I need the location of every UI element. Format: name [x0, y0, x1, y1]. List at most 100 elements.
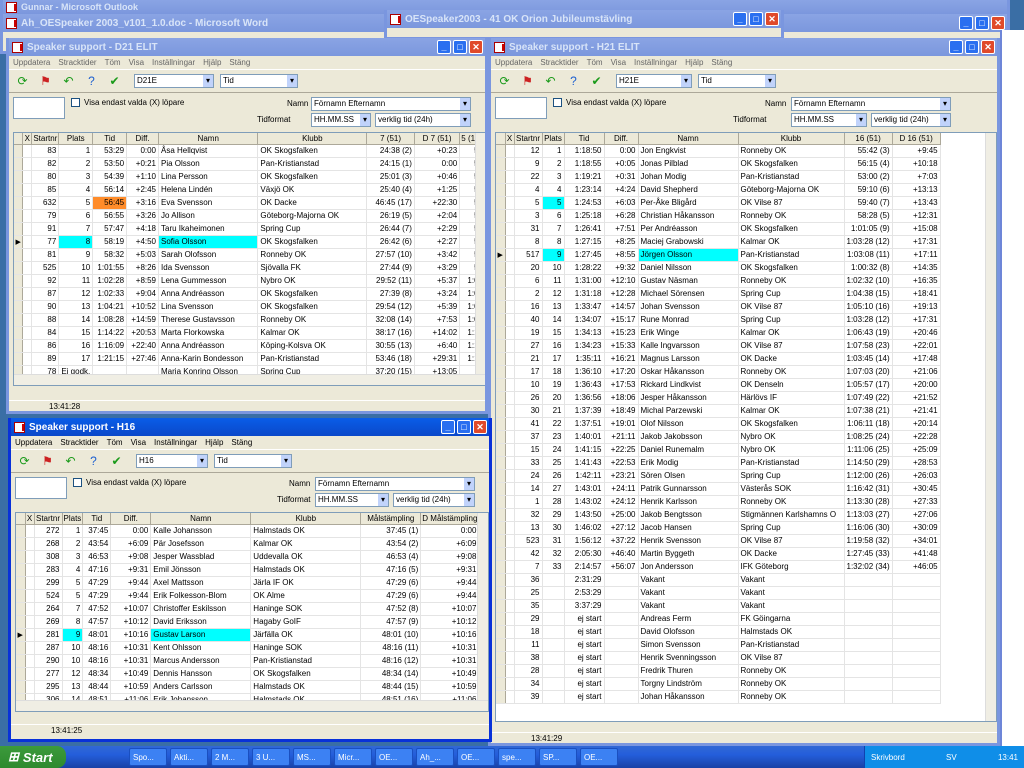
time-select[interactable]: Tid	[698, 74, 776, 88]
minimize-icon[interactable]: _	[437, 40, 451, 54]
column-header[interactable]: Tid	[92, 133, 128, 145]
vertical-scrollbar[interactable]	[985, 133, 996, 721]
column-header[interactable]: D 16 (51)	[892, 133, 941, 145]
table-row[interactable]: 10 19 1:36:43 +17:53 Rickard Lindkvist OK Den…	[496, 378, 941, 392]
menu-item[interactable]: Stracktider	[540, 58, 578, 67]
table-row[interactable]: 33 25 1:41:43 +22:53 Erik Modig Pan-Kristians…	[496, 456, 941, 470]
column-header[interactable]: Klubb	[257, 133, 368, 145]
table-row[interactable]: ▶ 77 8 58:19 +4:50 Sofia Olsson OK Skogsfalken…	[14, 235, 485, 249]
table-row[interactable]: 3 6 1:25:18 +6:28 Christian Håkansson Ronneby…	[496, 209, 941, 223]
table-row[interactable]: 277 12 48:34 +10:49 Dennis Hansson OK Skogsfa…	[16, 667, 480, 681]
table-row[interactable]: 35 3:37:29 Vakant Vakant	[496, 599, 941, 613]
table-row[interactable]: 42 32 2:05:30 +46:40 Martin Byggeth OK Dacke 1…	[496, 547, 941, 561]
menu-item[interactable]: Inställningar	[152, 58, 195, 67]
table-row[interactable]: 269 8 47:57 +10:12 David Eriksson Hagaby GoIF…	[16, 615, 480, 629]
taskbar-button[interactable]: SP...	[539, 748, 577, 766]
menu-item[interactable]: Uppdatera	[495, 58, 532, 67]
menu-item[interactable]: Hjälp	[205, 438, 223, 447]
table-row[interactable]: 19 15 1:34:13 +15:23 Erik Winge Kalmar OK 1:06…	[496, 326, 941, 340]
taskbar-button[interactable]: Ah_...	[416, 748, 454, 766]
language-indicator[interactable]: SV	[946, 753, 957, 762]
menu-item[interactable]: Töm	[105, 58, 121, 67]
table-row[interactable]: 83 1 53:29 0:00 Åsa Hellqvist OK Skogsfalken 2…	[14, 144, 485, 158]
column-header[interactable]: Klubb	[250, 513, 362, 525]
h16-window[interactable]: Speaker support - H16 _ □ ✕ Uppdatera Strac…	[8, 418, 492, 742]
time-select[interactable]: Tid	[214, 454, 292, 468]
table-row[interactable]: 81 9 58:32 +5:03 Sarah Olofsson Ronneby OK 27:…	[14, 248, 485, 262]
table-row[interactable]: 28 ej start Fredrik Thuren Ronneby OK	[496, 664, 941, 678]
d21-window[interactable]: Speaker support - D21 ELIT _ □ ✕ Uppdatera…	[6, 38, 488, 414]
column-header[interactable]: X	[22, 133, 33, 145]
table-row[interactable]: 523 31 1:56:12 +37:22 Henrik Svensson OK Vils…	[496, 534, 941, 548]
table-row[interactable]: 92 11 1:02:28 +8:59 Lena Gummesson Nybro OK 29…	[14, 274, 485, 288]
show-selected-checkbox[interactable]: Visa endast valda (X) löpare	[71, 98, 184, 107]
table-row[interactable]: 40 14 1:34:07 +15:17 Rune Monrad Spring Cup 1:…	[496, 313, 941, 327]
table-row[interactable]: 90 13 1:04:21 +10:52 Lina Svensson OK Skogsfa…	[14, 300, 485, 314]
table-row[interactable]: 12 1 1:18:50 0:00 Jon Engkvist Ronneby OK 55:4…	[496, 144, 941, 158]
menu-item[interactable]: Stäng	[711, 58, 732, 67]
table-row[interactable]: 82 2 53:50 +0:21 Pia Olsson Pan-Kristianstad 2…	[14, 157, 485, 171]
h16-results-grid[interactable]: X Startnr Plats Tid Diff. Namn Klubb Målstämpli…	[15, 512, 489, 712]
column-header[interactable]: Startnr	[514, 133, 543, 145]
column-header[interactable]: Plats	[58, 133, 94, 145]
runner-icon[interactable]: ⚑	[520, 74, 535, 89]
table-row[interactable]: 86 16 1:16:09 +22:40 Anna Andréasson Köping-K…	[14, 339, 485, 353]
check-icon[interactable]: ✔	[109, 454, 124, 469]
name-format-select[interactable]: Förnamn Efternamn	[315, 477, 475, 491]
name-format-select[interactable]: Förnamn Efternamn	[791, 97, 951, 111]
filter-box[interactable]	[13, 97, 65, 119]
table-row[interactable]: 84 15 1:14:22 +20:53 Marta Florkowska Kalmar …	[14, 326, 485, 340]
undo-icon[interactable]: ↶	[61, 74, 76, 89]
column-header[interactable]: 16 (51)	[844, 133, 893, 145]
close-icon[interactable]: ✕	[765, 12, 779, 26]
maximize-icon[interactable]: □	[965, 40, 979, 54]
minimize-icon[interactable]: _	[733, 12, 747, 26]
time-format-select[interactable]: HH.MM.SS	[311, 113, 371, 127]
column-header[interactable]: Startnr	[34, 513, 63, 525]
table-row[interactable]: 29 ej start Andreas Ferm FK Göingarna	[496, 612, 941, 626]
h16-titlebar[interactable]: Speaker support - H16 _ □ ✕	[11, 418, 489, 436]
minimize-icon[interactable]: _	[441, 420, 455, 434]
refresh-icon[interactable]: ⟳	[15, 74, 30, 89]
undo-icon[interactable]: ↶	[543, 74, 558, 89]
table-row[interactable]: 299 5 47:29 +9:44 Axel Mattsson Järla IF OK 47…	[16, 576, 480, 590]
time-select[interactable]: Tid	[220, 74, 298, 88]
desktop-toolbar-label[interactable]: Skrivbord	[871, 753, 905, 762]
column-header[interactable]: D 7 (51)	[414, 133, 461, 145]
table-row[interactable]: 20 10 1:28:22 +9:32 Daniel Nilsson OK Skogsfa…	[496, 261, 941, 275]
runner-icon[interactable]: ⚑	[38, 74, 53, 89]
taskbar-button[interactable]: MS...	[293, 748, 331, 766]
table-row[interactable]: 17 18 1:36:10 +17:20 Oskar Håkansson Ronneby …	[496, 365, 941, 379]
maximize-icon[interactable]: □	[749, 12, 763, 26]
class-select[interactable]: D21E	[134, 74, 214, 88]
vertical-scrollbar[interactable]	[475, 133, 485, 385]
taskbar-button[interactable]: OE...	[375, 748, 413, 766]
class-select[interactable]: H16	[136, 454, 208, 468]
table-row[interactable]: 39 ej start Johan Håkansson Ronneby OK	[496, 690, 941, 704]
taskbar-button[interactable]: 3 U...	[252, 748, 290, 766]
d21-results-grid[interactable]: X Startnr Plats Tid Diff. Namn Klubb 7 (51) D 7 …	[13, 132, 485, 386]
table-row[interactable]: 79 6 56:55 +3:26 Jo Allison Göteborg-Majorna …	[14, 209, 485, 223]
table-row[interactable]: 27 16 1:34:23 +15:33 Kalle Ingvarsson OK Vils…	[496, 339, 941, 353]
column-header[interactable]: Diff.	[604, 133, 639, 145]
maximize-icon[interactable]: □	[453, 40, 467, 54]
filter-box[interactable]	[495, 97, 547, 119]
table-row[interactable]: 632 5 56:45 +3:16 Eva Svensson OK Dacke 46:45 …	[14, 196, 485, 210]
clock-format-select[interactable]: verklig tid (24h)	[393, 493, 475, 507]
taskbar-button[interactable]: OE...	[580, 748, 618, 766]
time-format-select[interactable]: HH.MM.SS	[791, 113, 867, 127]
table-row[interactable]: 16 13 1:33:47 +14:57 Johan Svensson OK Vilse …	[496, 300, 941, 314]
table-row[interactable]: 283 4 47:16 +9:31 Emil Jönsson Halmstads OK 47…	[16, 563, 480, 577]
column-header[interactable]: Diff.	[126, 133, 160, 145]
start-button[interactable]: ⊞ Start	[0, 746, 66, 768]
table-row[interactable]: ▶ 281 9 48:01 +10:16 Gustav Larson Järfälla OK…	[16, 628, 480, 642]
check-icon[interactable]: ✔	[107, 74, 122, 89]
show-selected-checkbox[interactable]: Visa endast valda (X) löpare	[73, 478, 186, 487]
refresh-icon[interactable]: ⟳	[17, 454, 32, 469]
column-header[interactable]: Klubb	[738, 133, 845, 145]
column-header[interactable]: Diff.	[110, 513, 152, 525]
d21-titlebar[interactable]: Speaker support - D21 ELIT _ □ ✕	[9, 38, 485, 56]
table-row[interactable]: 22 3 1:19:21 +0:31 Johan Modig Pan-Kristianst…	[496, 170, 941, 184]
table-row[interactable]: 18 ej start David Olofsson Halmstads OK	[496, 625, 941, 639]
table-row[interactable]: 287 10 48:16 +10:31 Kent Ohlsson Haninge SOK 4…	[16, 641, 480, 655]
